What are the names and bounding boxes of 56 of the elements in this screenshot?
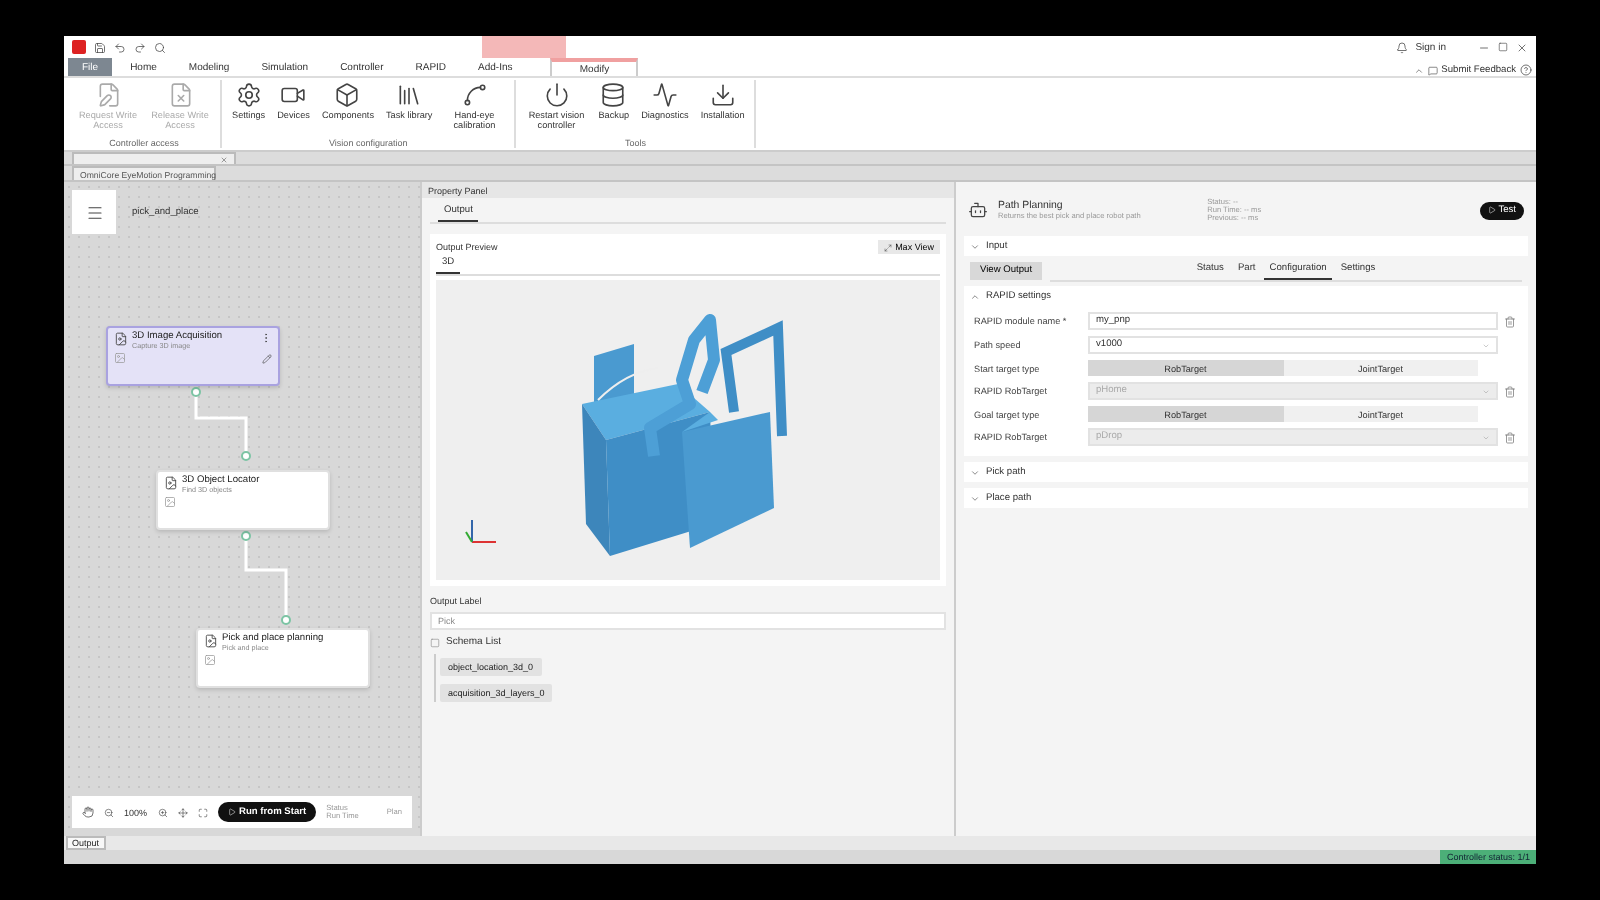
trash-icon bbox=[1504, 315, 1516, 327]
axes-icon bbox=[464, 516, 500, 548]
zoom-in-icon bbox=[157, 807, 168, 817]
node-port[interactable] bbox=[241, 531, 251, 541]
chevron-icon bbox=[970, 467, 980, 477]
close-icon bbox=[1516, 41, 1528, 53]
image-icon bbox=[164, 496, 176, 508]
document-icon bbox=[114, 332, 128, 346]
curve-icon bbox=[461, 82, 488, 108]
node-port[interactable] bbox=[281, 615, 291, 625]
document-icon bbox=[204, 634, 218, 648]
minimize-icon bbox=[1478, 41, 1490, 53]
menu-button[interactable] bbox=[72, 190, 116, 234]
power-icon bbox=[543, 82, 570, 108]
chevron-icon bbox=[970, 291, 980, 301]
node-port[interactable] bbox=[241, 451, 251, 461]
chevron-icon bbox=[970, 493, 980, 503]
play-icon bbox=[1488, 206, 1497, 214]
robot-icon bbox=[968, 200, 988, 220]
collapse-icon bbox=[1413, 66, 1424, 76]
edit-icon bbox=[262, 353, 272, 363]
document-x-icon bbox=[167, 82, 193, 108]
database-icon bbox=[600, 82, 627, 108]
contextual-tab-header bbox=[482, 36, 566, 58]
menu-icon bbox=[85, 203, 103, 221]
fit-icon bbox=[197, 807, 208, 817]
expand-icon bbox=[883, 243, 892, 251]
node-port[interactable] bbox=[191, 387, 201, 397]
maximize-icon bbox=[1498, 42, 1508, 52]
image-icon bbox=[114, 352, 126, 364]
cube-icon bbox=[334, 82, 361, 108]
library-icon bbox=[396, 82, 423, 108]
hand-icon bbox=[82, 806, 94, 818]
chevron-icon bbox=[970, 241, 980, 251]
settings-icon bbox=[235, 82, 262, 108]
search-icon bbox=[154, 41, 166, 53]
document-icon bbox=[164, 476, 178, 490]
redo-icon bbox=[134, 41, 146, 53]
3d-viewer[interactable] bbox=[436, 280, 940, 580]
play-icon bbox=[227, 808, 236, 816]
trash-icon bbox=[1504, 431, 1516, 443]
camera-icon bbox=[280, 82, 307, 108]
undo-icon bbox=[114, 41, 126, 53]
help-icon bbox=[1520, 64, 1532, 76]
checkbox-icon bbox=[430, 637, 440, 647]
move-icon bbox=[177, 807, 188, 817]
trash-icon bbox=[1504, 385, 1516, 397]
bell-icon bbox=[1395, 41, 1408, 53]
app-logo-icon bbox=[72, 40, 86, 54]
download-icon bbox=[709, 82, 736, 108]
document-pen-icon bbox=[95, 82, 121, 108]
pulse-icon bbox=[651, 82, 678, 108]
feedback-icon bbox=[1427, 66, 1438, 76]
image-icon bbox=[204, 654, 216, 666]
save-icon bbox=[94, 41, 106, 53]
zoom-out-icon bbox=[104, 807, 114, 817]
